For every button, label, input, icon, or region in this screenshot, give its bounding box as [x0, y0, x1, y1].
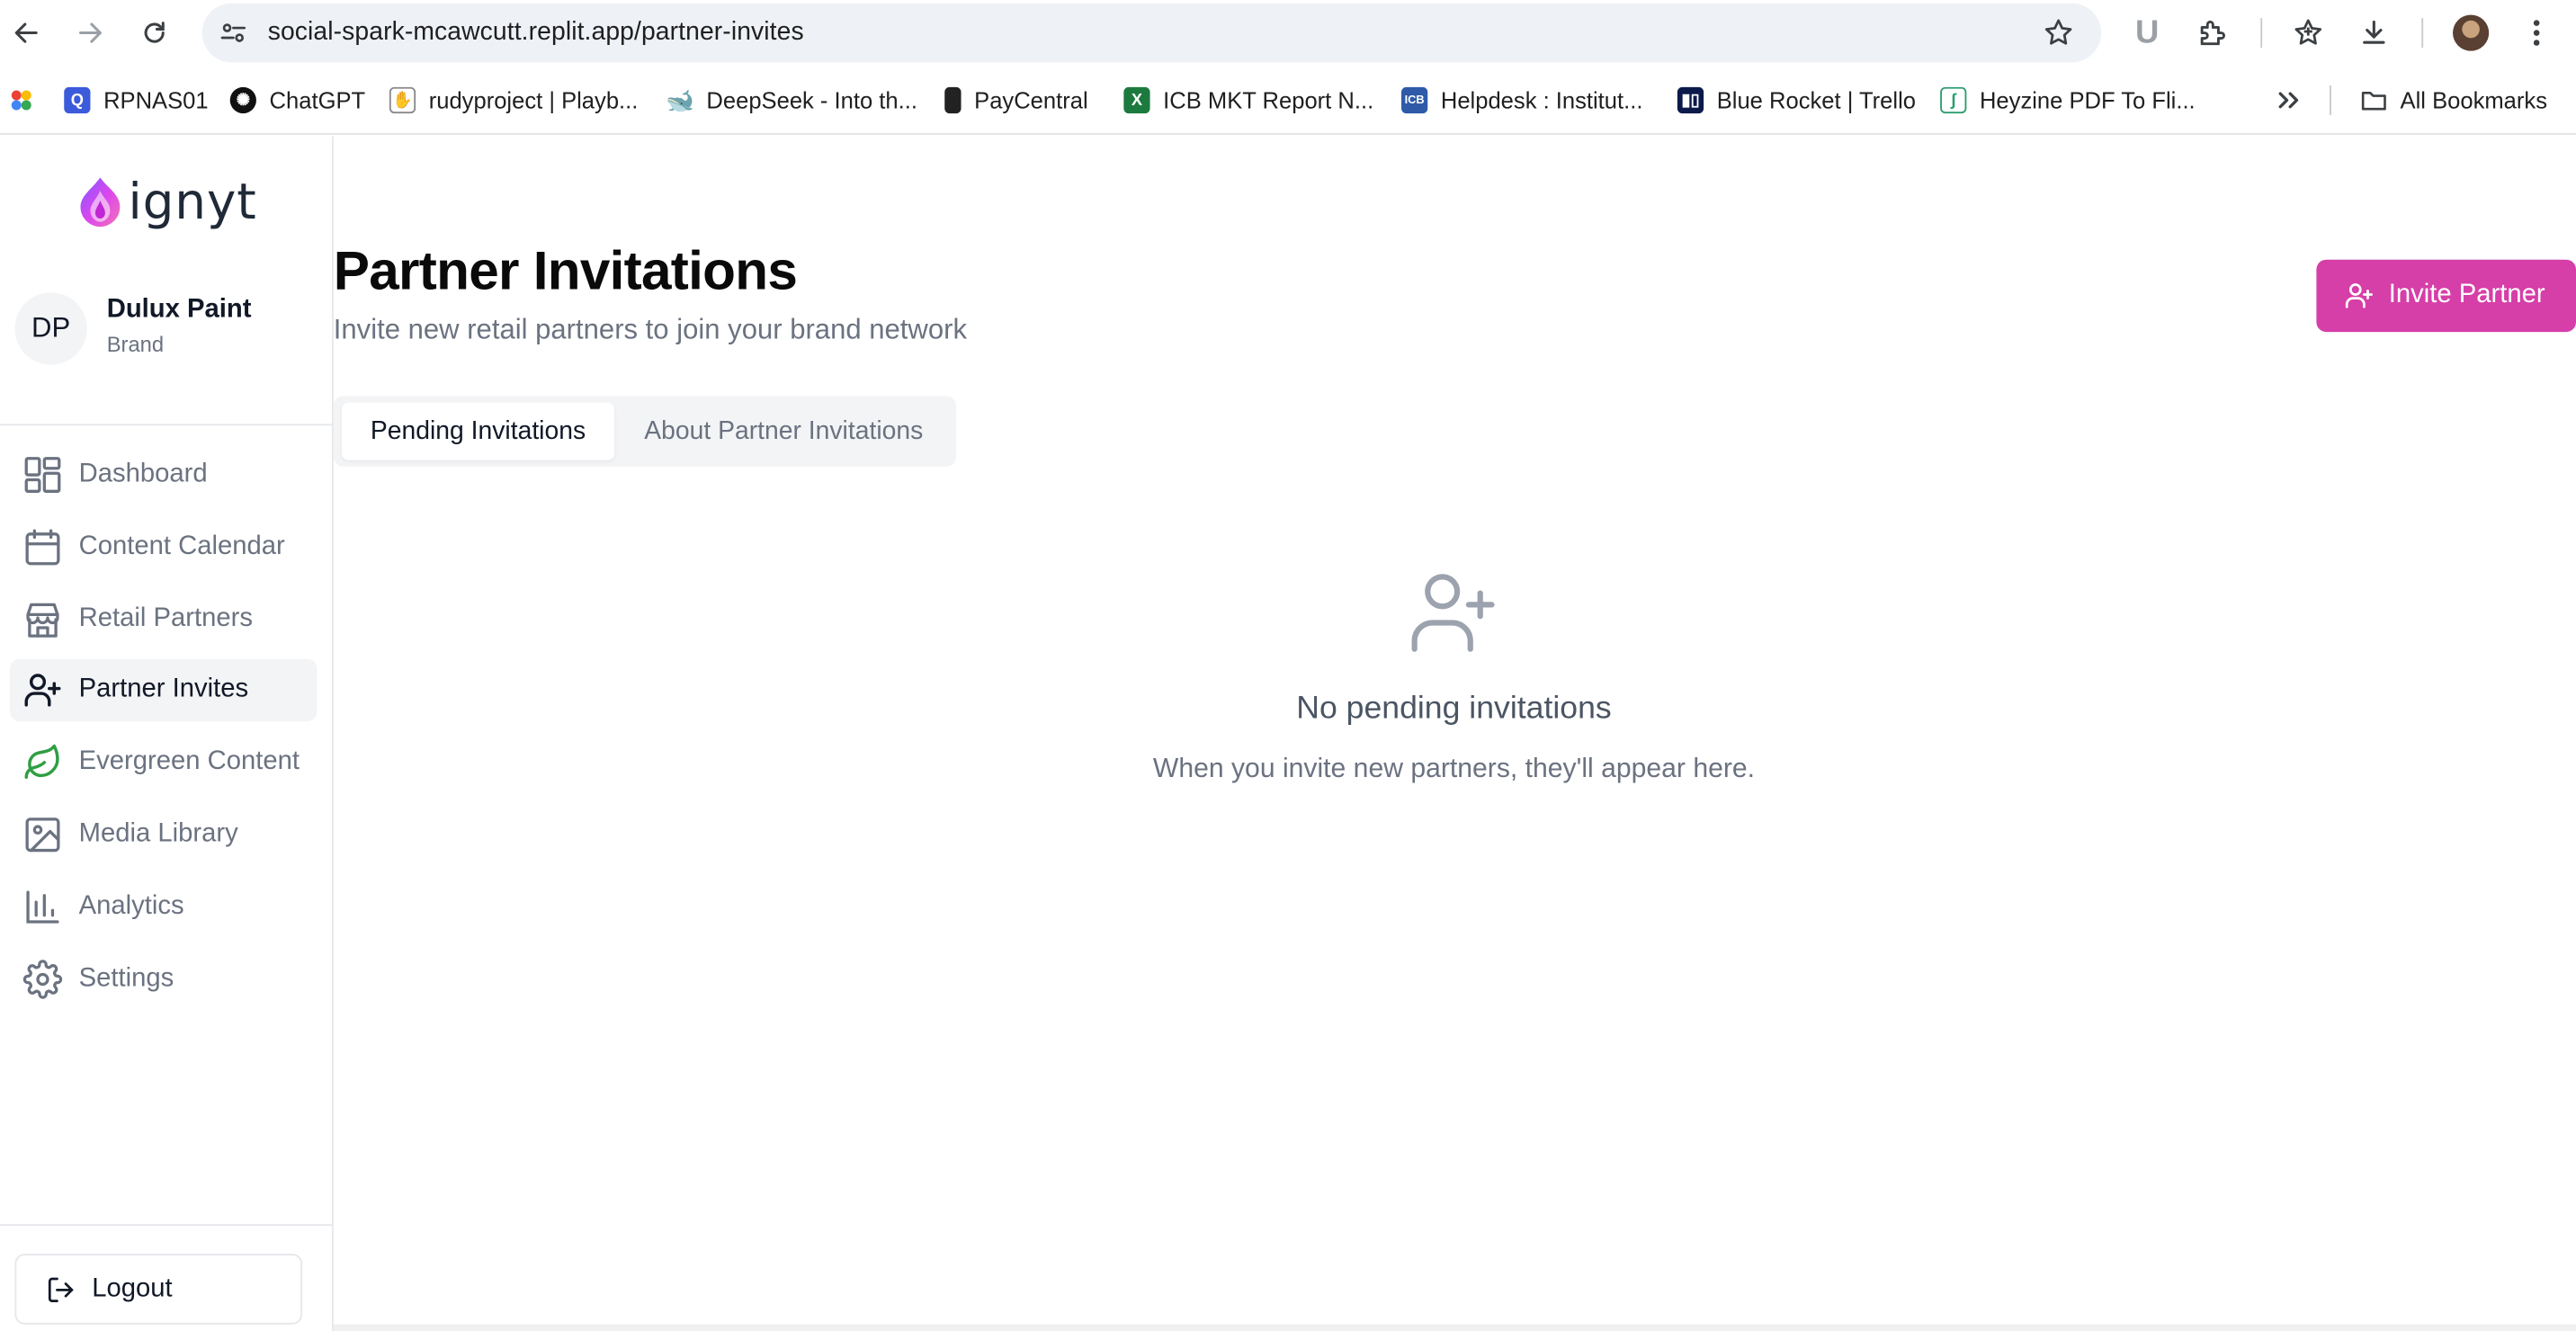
bookmark-rpnas01[interactable]: Q RPNAS01	[64, 84, 209, 117]
flame-logo-icon	[80, 177, 121, 228]
user-plus-icon	[2343, 280, 2376, 313]
bookmark-paycentral[interactable]: PayCentral	[944, 84, 1088, 117]
bookmark-trello[interactable]: ▮▯ Blue Rocket | Trello	[1677, 84, 1916, 117]
user-plus-icon	[1409, 572, 1498, 654]
bookmarks-overflow-icon[interactable]	[2276, 84, 2302, 117]
site-info-icon[interactable]	[215, 14, 251, 50]
all-bookmarks-button[interactable]: All Bookmarks	[2361, 84, 2547, 117]
logout-button[interactable]: Logout	[14, 1254, 303, 1325]
user-role: Brand	[106, 332, 165, 357]
brand-logo[interactable]: ignyt	[77, 173, 257, 232]
sidebar-divider	[0, 424, 332, 426]
browser-menu-icon[interactable]	[2518, 14, 2554, 50]
logout-icon	[46, 1274, 76, 1304]
favorites-star-icon[interactable]	[2290, 14, 2326, 50]
image-icon	[23, 815, 63, 854]
invite-partner-button[interactable]: Invite Partner	[2316, 259, 2576, 333]
bookmark-heyzine[interactable]: ʃ Heyzine PDF To Fli...	[1940, 84, 2196, 117]
bookmark-rudyproject[interactable]: ✋ rudyproject | Playb...	[389, 84, 638, 117]
empty-state-text: When you invite new partners, they'll ap…	[1152, 754, 1756, 784]
trello-icon: ▮▯	[1677, 86, 1704, 114]
url-text: social-spark-mcawcutt.replit.app/partner…	[267, 18, 804, 47]
paycentral-icon	[944, 86, 962, 114]
layout-grid-icon	[23, 455, 63, 495]
page-subtitle: Invite new retail partners to join your …	[333, 313, 967, 345]
brand-name: ignyt	[128, 173, 257, 231]
calendar-icon	[23, 527, 63, 567]
sidebar-item-analytics[interactable]: Analytics	[10, 875, 318, 937]
bookmark-star-icon[interactable]	[2042, 16, 2075, 49]
sidebar-nav: Dashboard Content Calendar Retail Partne…	[9, 443, 318, 1019]
invitation-tabs: Pending Invitations About Partner Invita…	[333, 396, 957, 467]
rpnas-icon: Q	[64, 86, 91, 114]
avatar: DP	[14, 292, 87, 365]
sidebar-item-media-library[interactable]: Media Library	[10, 803, 318, 865]
profile-avatar-icon[interactable]	[2453, 14, 2490, 51]
page-footer-edge	[333, 1324, 2576, 1331]
user-card: DP Dulux Paint Brand	[14, 292, 318, 371]
extensions-puzzle-icon[interactable]	[2195, 14, 2231, 50]
deepseek-icon: 🐋	[666, 85, 695, 114]
excel-icon: X	[1123, 86, 1150, 114]
bookmark-helpdesk[interactable]: ICB Helpdesk : Institut...	[1401, 84, 1642, 117]
sidebar-item-content-calendar[interactable]: Content Calendar	[10, 515, 318, 577]
helpdesk-icon: ICB	[1401, 86, 1428, 114]
page-title: Partner Invitations	[333, 239, 798, 301]
tab-pending-invitations[interactable]: Pending Invitations	[341, 402, 615, 460]
extension-u-icon[interactable]: U	[2129, 14, 2165, 50]
rudyproject-icon: ✋	[389, 86, 416, 114]
reload-icon[interactable]	[137, 14, 173, 50]
user-name: Dulux Paint	[106, 295, 252, 324]
sidebar-item-retail-partners[interactable]: Retail Partners	[10, 587, 318, 649]
gear-icon	[22, 959, 63, 998]
forward-icon[interactable]	[72, 14, 108, 50]
store-icon	[23, 599, 63, 639]
leaf-icon	[23, 743, 63, 782]
sidebar-item-dashboard[interactable]: Dashboard	[10, 443, 318, 505]
bar-chart-icon	[23, 887, 63, 926]
browser-toolbar: social-spark-mcawcutt.replit.app/partner…	[0, 0, 2576, 67]
address-bar[interactable]: social-spark-mcawcutt.replit.app/partner…	[201, 3, 2102, 63]
sidebar: ignyt DP Dulux Paint Brand Dashboard Con…	[0, 136, 334, 1331]
bookmark-icb-mkt[interactable]: X ICB MKT Report N...	[1123, 84, 1373, 117]
folder-icon	[2361, 87, 2387, 113]
sidebar-item-settings[interactable]: Settings	[10, 948, 318, 1010]
user-plus-icon	[23, 671, 63, 710]
sidebar-item-evergreen-content[interactable]: Evergreen Content	[10, 731, 318, 793]
apps-icon[interactable]	[8, 84, 34, 117]
bookmark-chatgpt[interactable]: ✺ ChatGPT	[229, 84, 365, 117]
heyzine-icon: ʃ	[1940, 86, 1967, 114]
bookmark-deepseek[interactable]: 🐋 DeepSeek - Into th...	[666, 84, 917, 117]
download-icon[interactable]	[2356, 14, 2392, 50]
sidebar-footer-divider	[0, 1224, 332, 1227]
sidebar-item-partner-invites[interactable]: Partner Invites	[9, 659, 318, 722]
chatgpt-icon: ✺	[229, 86, 256, 114]
bookmarks-bar: Q RPNAS01 ✺ ChatGPT ✋ rudyproject | Playb..…	[0, 66, 2576, 135]
empty-state-title: No pending invitations	[1296, 690, 1612, 727]
tab-about-partner-invitations[interactable]: About Partner Invitations	[621, 403, 946, 460]
back-icon[interactable]	[8, 14, 44, 50]
